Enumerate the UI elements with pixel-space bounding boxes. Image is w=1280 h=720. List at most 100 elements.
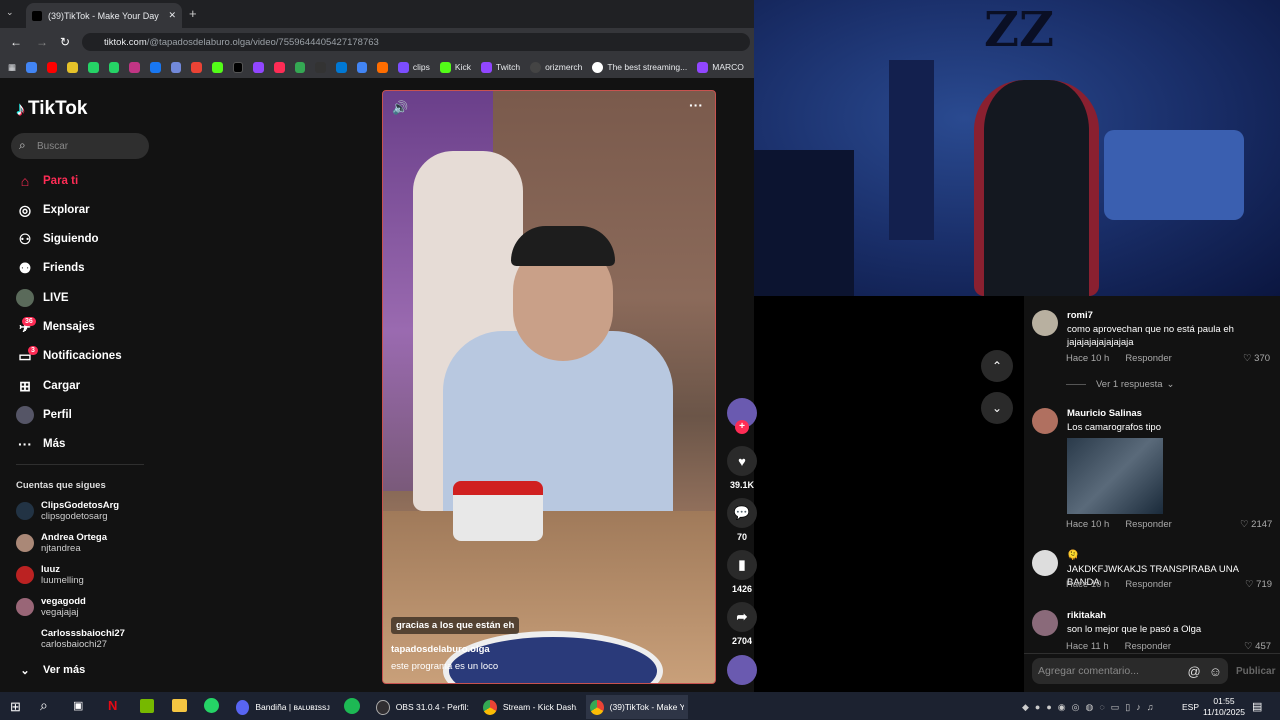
- bookmark-icon[interactable]: [67, 61, 78, 73]
- nav-explorar[interactable]: ◎ Explorar: [16, 201, 90, 219]
- nvidia-icon[interactable]: [140, 699, 154, 713]
- bookmark-icon[interactable]: [315, 61, 326, 73]
- account-item[interactable]: Andrea Ortega njtandrea: [16, 532, 107, 554]
- spotify-icon[interactable]: [344, 698, 360, 714]
- avatar[interactable]: [1032, 408, 1058, 434]
- avatar[interactable]: [1032, 550, 1058, 576]
- account-item[interactable]: Carlosssbaiochi27 carlosbaiochi27: [16, 628, 125, 650]
- follow-plus-icon[interactable]: +: [735, 420, 749, 434]
- bookmark-icon[interactable]: [273, 61, 285, 73]
- language-indicator[interactable]: ESP: [1182, 702, 1199, 712]
- tray-app-icon[interactable]: ●: [1046, 702, 1051, 713]
- bookmark-icon[interactable]: [88, 61, 99, 73]
- comment-input[interactable]: Agregar comentario... @ ☺: [1032, 658, 1228, 684]
- author-avatar-button[interactable]: +: [727, 398, 757, 434]
- save-button[interactable]: ▮ 1426: [727, 550, 757, 594]
- nav-mas[interactable]: ··· Más: [16, 435, 65, 453]
- like-button[interactable]: ♥ 39.1K: [727, 446, 757, 490]
- url-field[interactable]: tiktok.com/@tapadosdelaburo.olga/video/7…: [82, 33, 750, 51]
- microphone-icon[interactable]: ♪: [1136, 702, 1141, 713]
- bookmark-icon[interactable]: [149, 61, 161, 73]
- bookmark-kick[interactable]: Kick: [439, 61, 471, 73]
- tray-app-icon[interactable]: ◉: [1058, 702, 1066, 713]
- nav-siguiendo[interactable]: ⚇ Siguiendo: [16, 230, 99, 248]
- see-more-button[interactable]: ⌄ Ver más: [16, 661, 85, 679]
- bookmark-marco[interactable]: MARCO: [697, 61, 744, 73]
- bookmark-icon[interactable]: [294, 61, 306, 73]
- taskbar-app-discord[interactable]: Bandiña | ʙᴀʟᴜʙɪssᴊ ...: [232, 695, 334, 719]
- emoji-icon[interactable]: ☺: [1209, 664, 1222, 679]
- nav-live[interactable]: LIVE: [16, 289, 69, 307]
- search-input[interactable]: ⌕ Buscar: [11, 133, 149, 159]
- reply-button[interactable]: Responder: [1125, 641, 1171, 652]
- taskbar-app-chrome-tiktok[interactable]: (39)TikTok - Make Y...: [586, 695, 688, 719]
- close-tab-icon[interactable]: ✕: [168, 10, 176, 21]
- bookmark-icon[interactable]: [377, 61, 388, 73]
- tiktok-icon[interactable]: [232, 61, 244, 73]
- publish-button[interactable]: Publicar: [1236, 666, 1275, 677]
- nav-friends[interactable]: ⚉ Friends: [16, 259, 85, 277]
- comment-button[interactable]: 💬 70: [727, 498, 757, 542]
- video-author[interactable]: tapadosdelaburo.olga: [391, 644, 490, 655]
- bookmark-clips[interactable]: clips: [397, 61, 430, 73]
- mention-icon[interactable]: @: [1188, 664, 1201, 679]
- outlook-icon[interactable]: [335, 61, 347, 73]
- account-item[interactable]: ClipsGodetosArg clipsgodetosarg: [16, 500, 119, 522]
- reply-button[interactable]: Responder: [1125, 579, 1171, 590]
- volume-icon[interactable]: 🔊: [392, 100, 408, 116]
- comment-like-button[interactable]: ♡ 457: [1244, 641, 1271, 652]
- steam-icon[interactable]: ◍: [1086, 702, 1094, 713]
- network-icon[interactable]: ▭: [1111, 702, 1120, 713]
- more-options-icon[interactable]: ···: [689, 97, 703, 113]
- nav-cargar[interactable]: ⊞ Cargar: [16, 377, 80, 395]
- google-icon[interactable]: [26, 61, 37, 73]
- volume-icon[interactable]: ♫: [1147, 702, 1154, 713]
- search-icon[interactable]: ⌕: [40, 697, 48, 714]
- discord-icon[interactable]: [170, 61, 182, 73]
- bookmark-icon[interactable]: [211, 61, 223, 73]
- tray-app-icon[interactable]: ◌: [1099, 702, 1104, 713]
- share-button[interactable]: ➦ 2704: [727, 602, 757, 646]
- tiktok-logo[interactable]: ♪ TikTok: [16, 98, 87, 120]
- tray-app-icon[interactable]: ●: [1035, 702, 1040, 713]
- clock[interactable]: 01:55 11/10/2025: [1203, 696, 1245, 718]
- reply-button[interactable]: Responder: [1125, 519, 1171, 530]
- music-disc-button[interactable]: [727, 655, 757, 689]
- nav-perfil[interactable]: Perfil: [16, 406, 72, 424]
- bookmark-streaming[interactable]: The best streaming...: [592, 61, 687, 73]
- avatar[interactable]: [1032, 610, 1058, 636]
- reply-button[interactable]: Responder: [1125, 353, 1171, 364]
- tab-search-icon[interactable]: ⌄: [6, 7, 14, 18]
- nav-para-ti[interactable]: ⌂ Para ti: [16, 172, 78, 190]
- account-item[interactable]: vegagodd vegajajaj: [16, 596, 86, 618]
- notifications-icon[interactable]: ▤: [1252, 700, 1262, 713]
- bookmark-orizmerch[interactable]: orizmerch: [530, 61, 582, 73]
- tray-app-icon[interactable]: ◆: [1022, 702, 1029, 713]
- browser-tab[interactable]: (39)TikTok - Make Your Day ✕: [26, 3, 182, 28]
- instagram-icon[interactable]: [129, 61, 140, 73]
- translate-icon[interactable]: [356, 61, 368, 73]
- whatsapp-icon[interactable]: [204, 698, 219, 713]
- view-replies-button[interactable]: Ver 1 respuesta ⌄: [1066, 379, 1175, 390]
- apps-grid-icon[interactable]: ▦: [8, 62, 16, 73]
- account-item[interactable]: luuz luumelling: [16, 564, 84, 586]
- avatar[interactable]: [1032, 310, 1058, 336]
- next-video-button[interactable]: ⌄: [981, 392, 1013, 424]
- comment-like-button[interactable]: ♡ 719: [1245, 579, 1272, 590]
- new-tab-icon[interactable]: +: [189, 6, 197, 21]
- video-player[interactable]: 🔊 ··· gracias a los que están eh tapados…: [382, 90, 716, 684]
- folder-icon[interactable]: [172, 699, 187, 712]
- battery-icon[interactable]: ▯: [1125, 702, 1130, 713]
- comment-like-button[interactable]: ♡ 2147: [1240, 519, 1272, 530]
- bookmark-icon[interactable]: [191, 61, 202, 73]
- comment-like-button[interactable]: ♡ 370: [1243, 353, 1270, 364]
- back-icon[interactable]: ←: [10, 35, 22, 49]
- windows-start-icon[interactable]: ⊞: [10, 699, 21, 715]
- bookmark-icon[interactable]: [253, 61, 264, 73]
- tray-app-icon[interactable]: ◎: [1072, 702, 1080, 713]
- bookmark-twitch[interactable]: Twitch: [480, 61, 520, 73]
- previous-video-button[interactable]: ⌃: [981, 350, 1013, 382]
- forward-icon[interactable]: →: [36, 35, 48, 49]
- netflix-icon[interactable]: N: [108, 698, 117, 713]
- taskbar-app-obs[interactable]: OBS 31.0.4 - Perfil: ...: [372, 695, 474, 719]
